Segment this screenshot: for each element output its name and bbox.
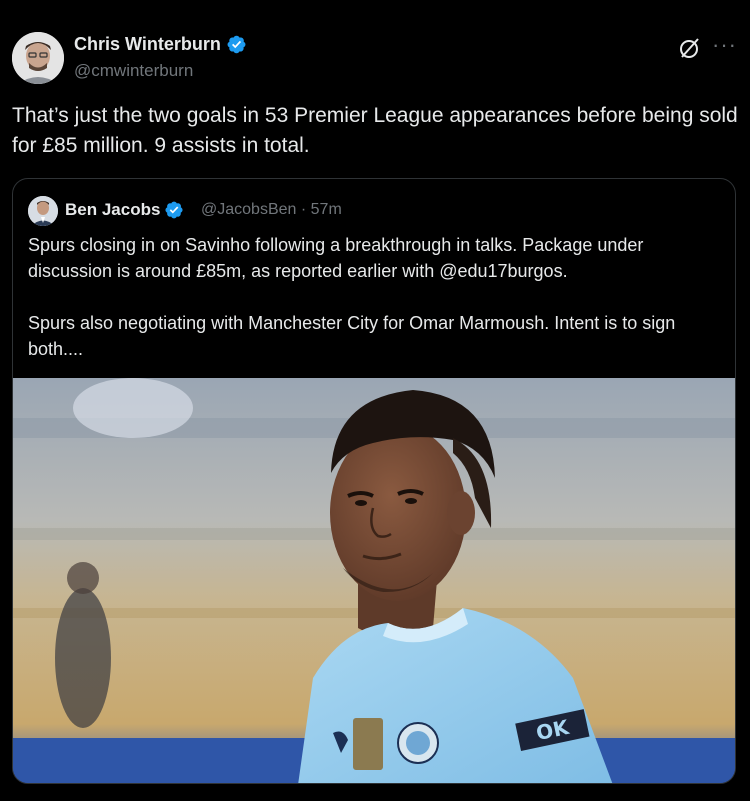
author-name-row[interactable]: Chris Winterburn	[74, 34, 247, 55]
author-avatar[interactable]	[12, 32, 64, 84]
quote-author-avatar[interactable]	[28, 196, 58, 226]
quote-separator: ·	[300, 201, 307, 218]
verified-icon	[227, 35, 246, 54]
tweet-text: That’s just the two goals in 53 Premier …	[12, 104, 738, 157]
quote-avatar-image	[28, 196, 58, 226]
quote-tweet-card[interactable]: Ben Jacobs @JacobsBen · 57m Spurs closin…	[12, 178, 736, 784]
quote-text: Spurs closing in on Savinho following a …	[28, 235, 676, 359]
more-icon[interactable]: ···	[712, 32, 737, 58]
quote-timestamp[interactable]: 57m	[311, 201, 342, 218]
player-photo-image: OK	[13, 378, 735, 783]
quote-author-name-row[interactable]: Ben Jacobs	[65, 200, 184, 220]
quote-author-handle[interactable]: @JacobsBen	[201, 201, 296, 218]
player-photo[interactable]: OK	[13, 378, 735, 783]
quote-author-name[interactable]: Ben Jacobs	[65, 200, 160, 220]
author-handle[interactable]: @cmwinterburn	[74, 61, 193, 81]
verified-icon	[165, 201, 183, 219]
grok-icon[interactable]	[678, 36, 702, 60]
quote-meta: @JacobsBen · 57m	[201, 201, 342, 219]
author-avatar-image	[12, 32, 64, 84]
tweet: Chris Winterburn @cmwinterburn ··· That’…	[0, 0, 750, 801]
author-name[interactable]: Chris Winterburn	[74, 34, 221, 55]
